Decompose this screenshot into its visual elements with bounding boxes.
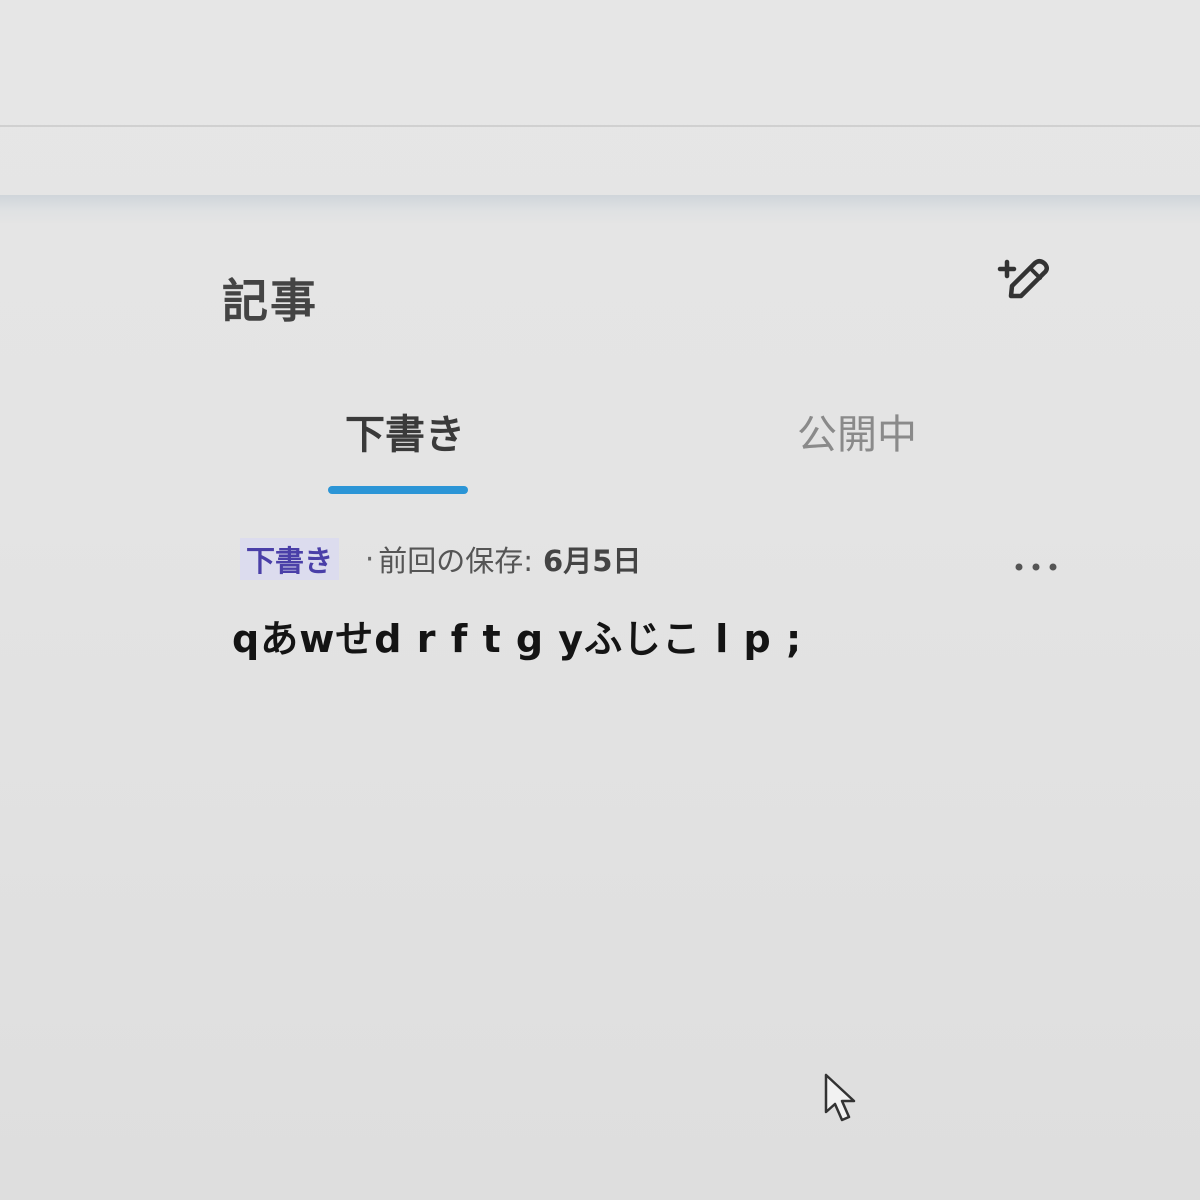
status-badge: 下書き [240,538,340,580]
post-meta: 下書き · 前回の保存: 6月5日 [240,538,641,580]
more-horizontal-icon [1015,563,1057,571]
tab-published[interactable]: 公開中 [797,402,917,460]
page-title: 記事 [222,274,318,328]
post-title[interactable]: qあwせd r f t g yふじこ l p ; [232,608,802,663]
more-options-button[interactable] [1012,555,1062,579]
last-saved-label: 前回の保存: [378,544,534,578]
top-divider [0,125,1200,127]
screen: 記事 下書き 公開中 下書き · 前回の保存: 6月5日 qあwせd r f t… [0,0,1200,1200]
tab-drafts[interactable]: 下書き [345,402,465,460]
active-tab-indicator [328,486,468,494]
pencil-plus-icon [997,259,1049,299]
last-saved-date: 6月5日 [543,544,642,578]
new-post-button[interactable] [995,252,1055,306]
mouse-pointer-icon [822,1072,862,1128]
header-divider [0,195,1200,223]
meta-separator: · [365,542,375,576]
